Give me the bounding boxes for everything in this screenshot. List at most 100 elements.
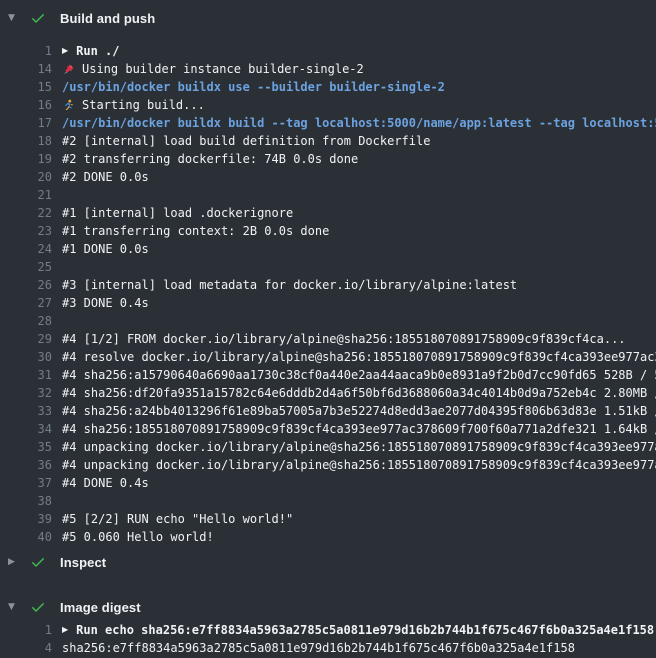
line-number[interactable]: 25 — [0, 258, 52, 276]
line-content: #5 [2/2] RUN echo "Hello world!" — [62, 510, 656, 528]
line-number[interactable]: 22 — [0, 204, 52, 222]
log-section-build-and-push: ▼ Build and push 1 ▶Run ./ 14 Using buil… — [0, 6, 656, 550]
log-line: 20 #2 DONE 0.0s — [0, 168, 656, 186]
log-line: 26 #3 [internal] load metadata for docke… — [0, 276, 656, 294]
line-content: #4 sha256:185518070891758909c9f839cf4ca3… — [62, 420, 656, 438]
actions-log-pane: ▼ Build and push 1 ▶Run ./ 14 Using buil… — [0, 0, 656, 658]
log-line: 34 #4 sha256:185518070891758909c9f839cf4… — [0, 420, 656, 438]
line-number[interactable]: 20 — [0, 168, 52, 186]
line-number[interactable]: 15 — [0, 78, 52, 96]
log-section-image-digest: ▼ Image digest 1 ▶ Run echo sha256:e7ff88… — [0, 595, 656, 657]
line-number[interactable]: 28 — [0, 312, 52, 330]
log-line: 28 — [0, 312, 656, 330]
line-number[interactable]: 24 — [0, 240, 52, 258]
section-title: Inspect — [60, 555, 106, 570]
line-text: #2 DONE 0.0s — [62, 168, 149, 186]
line-text: Starting build... — [82, 96, 205, 114]
log-line: 37 #4 DONE 0.4s — [0, 474, 656, 492]
line-content: ▶Run ./ — [62, 42, 656, 60]
disclosure-triangle-icon[interactable]: ▶ — [8, 557, 20, 567]
line-text: #2 [internal] load build definition from… — [62, 132, 430, 150]
line-number[interactable]: 19 — [0, 150, 52, 168]
section-header[interactable]: ▶ Inspect — [0, 550, 656, 574]
line-content — [62, 312, 656, 330]
line-text: /usr/bin/docker buildx build --tag local… — [62, 114, 656, 132]
log-line: 1 ▶ Run echo sha256:e7ff8834a5963a2785c5a… — [0, 621, 656, 639]
line-number[interactable]: 18 — [0, 132, 52, 150]
line-text: #4 DONE 0.4s — [62, 474, 149, 492]
line-content: #1 transferring context: 2B 0.0s done — [62, 222, 656, 240]
log-line: 31 #4 sha256:a15790640a6690aa1730c38cf0a… — [0, 366, 656, 384]
log-line: 23 #1 transferring context: 2B 0.0s done — [0, 222, 656, 240]
expand-run-icon[interactable]: ▶ — [62, 621, 68, 639]
line-content: #1 [internal] load .dockerignore — [62, 204, 656, 222]
line-number[interactable]: 38 — [0, 492, 52, 510]
line-content: #3 DONE 0.4s — [62, 294, 656, 312]
line-number[interactable]: 31 — [0, 366, 52, 384]
line-number[interactable]: 16 — [0, 96, 52, 114]
line-text: #4 unpacking docker.io/library/alpine@sh… — [62, 456, 656, 474]
section-header[interactable]: ▼ Build and push — [0, 6, 656, 30]
line-content: #3 [internal] load metadata for docker.i… — [62, 276, 656, 294]
line-content: sha256:e7ff8834a5963a2785c5a0811e979d16b… — [62, 639, 656, 657]
line-number[interactable]: 27 — [0, 294, 52, 312]
line-text: #3 [internal] load metadata for docker.i… — [62, 276, 517, 294]
line-content — [62, 186, 656, 204]
pushpin-icon — [62, 63, 75, 76]
line-text: #4 resolve docker.io/library/alpine@sha2… — [62, 348, 656, 366]
line-number[interactable]: 1 — [0, 42, 52, 60]
line-content: #1 DONE 0.0s — [62, 240, 656, 258]
line-number[interactable]: 1 — [0, 621, 52, 639]
line-content: #4 DONE 0.4s — [62, 474, 656, 492]
line-number[interactable]: 35 — [0, 438, 52, 456]
line-text: #2 transferring dockerfile: 74B 0.0s don… — [62, 150, 358, 168]
line-number[interactable]: 26 — [0, 276, 52, 294]
line-content: #2 DONE 0.0s — [62, 168, 656, 186]
line-text: #4 sha256:df20fa9351a15782c64e6dddb2d4a6… — [62, 384, 656, 402]
check-success-icon — [30, 10, 46, 26]
line-number[interactable]: 36 — [0, 456, 52, 474]
disclosure-triangle-icon[interactable]: ▼ — [8, 13, 20, 23]
line-number[interactable]: 37 — [0, 474, 52, 492]
log-line: 38 — [0, 492, 656, 510]
log-line: 32 #4 sha256:df20fa9351a15782c64e6dddb2d… — [0, 384, 656, 402]
line-number[interactable]: 23 — [0, 222, 52, 240]
line-content: #4 sha256:a15790640a6690aa1730c38cf0a440… — [62, 366, 656, 384]
line-number[interactable]: 40 — [0, 528, 52, 546]
log-line: 19 #2 transferring dockerfile: 74B 0.0s … — [0, 150, 656, 168]
line-content: #2 transferring dockerfile: 74B 0.0s don… — [62, 150, 656, 168]
line-text: #4 [1/2] FROM docker.io/library/alpine@s… — [62, 330, 626, 348]
line-number[interactable]: 32 — [0, 384, 52, 402]
line-number[interactable]: 34 — [0, 420, 52, 438]
line-content: ▶ Run echo sha256:e7ff8834a5963a2785c5a08… — [62, 621, 656, 639]
line-number[interactable]: 39 — [0, 510, 52, 528]
log-line: 24 #1 DONE 0.0s — [0, 240, 656, 258]
line-number[interactable]: 17 — [0, 114, 52, 132]
line-content: #5 0.060 Hello world! — [62, 528, 656, 546]
log-line: 1 ▶Run ./ — [0, 42, 656, 60]
section-header[interactable]: ▼ Image digest — [0, 595, 656, 619]
line-number[interactable]: 33 — [0, 402, 52, 420]
disclosure-triangle-icon[interactable]: ▼ — [8, 602, 20, 612]
line-content: #4 sha256:a24bb4013296f61e89ba57005a7b3e… — [62, 402, 656, 420]
line-number[interactable]: 4 — [0, 639, 52, 657]
line-text: #1 [internal] load .dockerignore — [62, 204, 293, 222]
log-line: 35 #4 unpacking docker.io/library/alpine… — [0, 438, 656, 456]
line-number[interactable]: 21 — [0, 186, 52, 204]
log-section-inspect: ▶ Inspect — [0, 550, 656, 574]
log-line: 14 Using builder instance builder-single… — [0, 60, 656, 78]
line-text: Run echo sha256:e7ff8834a5963a2785c5a081… — [76, 621, 654, 639]
log-line: 18 #2 [internal] load build definition f… — [0, 132, 656, 150]
line-content: #4 resolve docker.io/library/alpine@sha2… — [62, 348, 656, 366]
line-text: #5 0.060 Hello world! — [62, 528, 214, 546]
line-content: #2 [internal] load build definition from… — [62, 132, 656, 150]
line-number[interactable]: 29 — [0, 330, 52, 348]
line-number[interactable]: 30 — [0, 348, 52, 366]
line-text: #4 sha256:a15790640a6690aa1730c38cf0a440… — [62, 366, 656, 384]
line-text: #1 DONE 0.0s — [62, 240, 149, 258]
expand-run-icon[interactable]: ▶ — [62, 42, 68, 60]
section-log-body: 1 ▶Run ./ 14 Using builder instance buil… — [0, 30, 656, 550]
line-text: #3 DONE 0.4s — [62, 294, 149, 312]
line-content — [62, 258, 656, 276]
line-number[interactable]: 14 — [0, 60, 52, 78]
